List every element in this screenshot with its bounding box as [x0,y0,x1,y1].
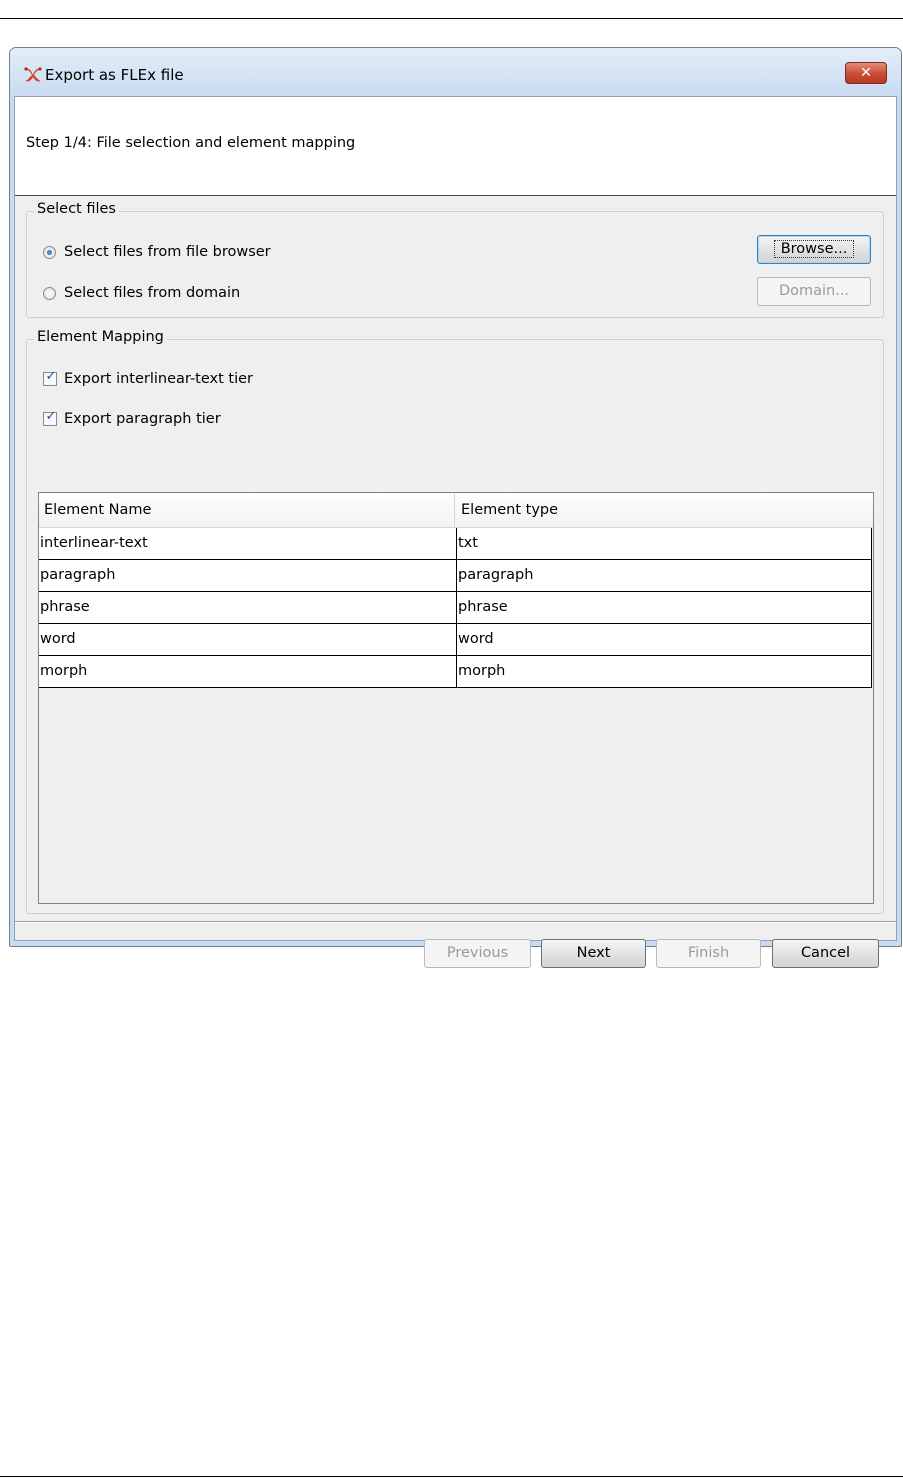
next-button-label: Next [576,945,611,961]
select-files-group: Select files Select files from file brow… [26,201,884,318]
browse-button-label: Browse... [773,240,855,258]
table-cell-element-type[interactable]: txt [456,528,872,560]
radio-file-browser[interactable]: Select files from file browser [43,244,271,260]
close-icon: ✕ [860,65,872,81]
table-cell-element-name[interactable]: interlinear-text [39,528,456,560]
element-mapping-table[interactable]: Element Name Element type interlinear-te… [38,492,874,904]
checkbox-interlinear-box[interactable]: ✓ [43,369,57,386]
table-row[interactable]: morph morph [39,656,872,688]
window-title: Export as FLEx file [45,66,184,84]
table-cell-element-type[interactable]: phrase [456,592,872,624]
table-row[interactable]: phrase phrase [39,592,872,624]
flex-app-icon [24,67,42,82]
footer-divider-highlight [15,922,896,923]
finish-button[interactable]: Finish [656,939,761,968]
table-row[interactable]: paragraph paragraph [39,560,872,592]
domain-button[interactable]: Domain... [757,277,871,306]
previous-button[interactable]: Previous [424,939,531,968]
browse-button[interactable]: Browse... [757,235,871,264]
radio-button-selected[interactable] [43,245,56,259]
dialog-window: Export as FLEx file ✕ Step 1/4: File sel… [9,47,902,968]
column-header-element-name[interactable]: Element Name [39,493,455,527]
wizard-header: Step 1/4: File selection and element map… [15,97,896,196]
table-cell-element-name[interactable]: morph [39,656,456,688]
checkbox-paragraph[interactable]: ✓ Export paragraph tier [43,409,221,427]
table-cell-element-type[interactable]: paragraph [456,560,872,592]
cancel-button-label: Cancel [800,945,851,961]
domain-button-label: Domain... [778,283,850,299]
table-cell-element-name[interactable]: word [39,624,456,656]
checkbox-interlinear-label: Export interlinear-text tier [64,371,254,387]
checkmark-icon: ✓ [45,409,57,424]
table-cell-element-name[interactable]: paragraph [39,560,456,592]
table-header: Element Name Element type [39,493,873,528]
page-top-rule [0,18,903,19]
column-header-element-type[interactable]: Element type [456,493,872,527]
title-bar[interactable]: Export as FLEx file ✕ [10,48,901,98]
dialog-content: Step 1/4: File selection and element map… [14,96,897,968]
cancel-button[interactable]: Cancel [772,939,879,968]
checkbox-paragraph-box[interactable]: ✓ [43,409,57,426]
select-files-legend: Select files [34,201,119,217]
table-cell-element-name[interactable]: phrase [39,592,456,624]
checkbox-paragraph-label: Export paragraph tier [64,411,221,427]
radio-domain[interactable]: Select files from domain [43,285,240,301]
table-cell-element-type[interactable]: morph [456,656,872,688]
page-bottom-rule [0,1476,903,1477]
table-row[interactable]: word word [39,624,872,656]
close-button[interactable]: ✕ [845,62,887,84]
radio-file-browser-label: Select files from file browser [64,244,271,260]
previous-button-label: Previous [446,945,509,961]
step-text: Step 1/4: File selection and element map… [26,135,356,151]
finish-button-label: Finish [687,945,730,961]
table-cell-element-type[interactable]: word [456,624,872,656]
checkmark-icon: ✓ [45,369,57,384]
table-row[interactable]: interlinear-text txt [39,528,872,560]
next-button[interactable]: Next [541,939,646,968]
radio-domain-label: Select files from domain [64,285,241,301]
radio-button-unselected[interactable] [43,286,56,300]
checkbox-interlinear[interactable]: ✓ Export interlinear-text tier [43,369,254,387]
element-mapping-legend: Element Mapping [34,329,167,345]
